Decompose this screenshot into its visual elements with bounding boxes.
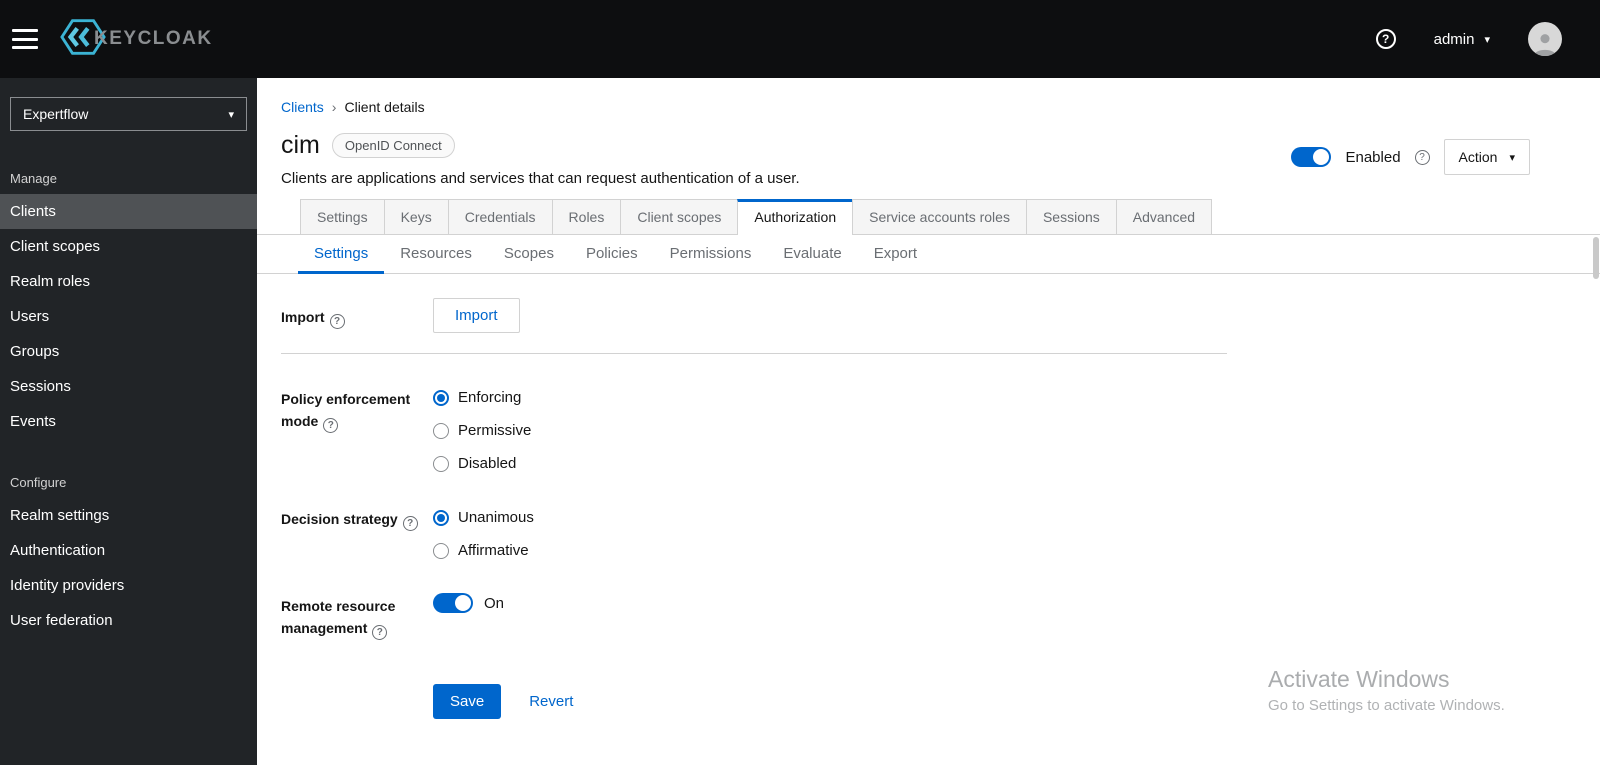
enabled-help-icon[interactable]: ?: [1414, 149, 1430, 165]
form-actions: Save Revert: [433, 683, 1227, 719]
tab-keys[interactable]: Keys: [383, 199, 449, 234]
help-icon[interactable]: ?: [1375, 29, 1396, 49]
subtab-export[interactable]: Export: [858, 235, 933, 274]
authorization-settings-form: Import? Import Policy enforcement mode? …: [257, 274, 1251, 719]
tab-advanced[interactable]: Advanced: [1115, 199, 1213, 234]
breadcrumb-link-clients[interactable]: Clients: [281, 99, 324, 115]
form-divider: [281, 353, 1227, 354]
enabled-label: Enabled: [1345, 148, 1401, 166]
breadcrumb: Clients › Client details: [257, 78, 1600, 115]
client-tabs: Settings Keys Credentials Roles Client s…: [257, 199, 1600, 235]
chevron-down-icon: ▾: [1509, 151, 1515, 164]
sidebar-item-client-scopes[interactable]: Client scopes: [0, 229, 257, 264]
chevron-down-icon: ▾: [228, 108, 234, 121]
sidebar-item-groups[interactable]: Groups: [0, 334, 257, 369]
breadcrumb-separator-icon: ›: [331, 99, 337, 115]
sidebar-item-users[interactable]: Users: [0, 299, 257, 334]
main-content: Clients › Client details cim OpenID Conn…: [257, 78, 1600, 765]
sidebar: Expertflow ▾ Manage Clients Client scope…: [0, 78, 257, 765]
decision-strategy-label: Decision strategy?: [281, 500, 433, 559]
page-title: cim: [281, 131, 320, 159]
sidebar-item-identity-providers[interactable]: Identity providers: [0, 568, 257, 603]
realm-name: Expertflow: [23, 106, 89, 122]
remote-help-icon[interactable]: ?: [372, 624, 388, 640]
radio-permissive[interactable]: Permissive: [433, 422, 1227, 439]
radio-icon: [433, 422, 449, 439]
avatar[interactable]: [1528, 22, 1562, 56]
import-help-icon[interactable]: ?: [329, 314, 345, 330]
brand-name: KEYCLOAK: [94, 28, 213, 49]
policy-enforcement-row: Policy enforcement mode? Enforcing Permi…: [281, 380, 1227, 472]
radio-unanimous[interactable]: Unanimous: [433, 509, 1227, 526]
radio-icon: [433, 389, 449, 406]
decision-help-icon[interactable]: ?: [402, 516, 418, 532]
sidebar-item-clients[interactable]: Clients: [0, 194, 257, 229]
subtab-evaluate[interactable]: Evaluate: [767, 235, 857, 274]
protocol-badge: OpenID Connect: [331, 133, 455, 158]
authorization-subtabs: Settings Resources Scopes Policies Permi…: [257, 235, 1600, 274]
import-label: Import?: [281, 298, 433, 333]
tab-credentials[interactable]: Credentials: [447, 199, 553, 234]
sidebar-item-events[interactable]: Events: [0, 404, 257, 439]
subtab-resources[interactable]: Resources: [384, 235, 488, 274]
policy-help-icon[interactable]: ?: [323, 417, 339, 433]
toggle-state-label: On: [484, 594, 505, 612]
action-label: Action: [1458, 149, 1498, 165]
sidebar-nav: Manage Clients Client scopes Realm roles…: [0, 163, 257, 638]
tab-service-accounts-roles[interactable]: Service accounts roles: [852, 199, 1027, 234]
keycloak-logo[interactable]: KEYCLOAK: [60, 17, 213, 62]
action-dropdown[interactable]: Action ▾: [1443, 139, 1530, 175]
tab-settings[interactable]: Settings: [300, 199, 385, 234]
radio-icon: [433, 542, 449, 559]
radio-icon: [433, 455, 449, 472]
chevron-down-icon: ▾: [1484, 33, 1490, 46]
remote-resource-toggle[interactable]: [433, 593, 473, 613]
nav-section-manage: Manage: [10, 171, 57, 186]
hamburger-menu-icon[interactable]: [12, 29, 38, 49]
tab-roles[interactable]: Roles: [551, 199, 622, 234]
decision-strategy-row: Decision strategy? Unanimous Affirmative: [281, 500, 1227, 559]
radio-affirmative[interactable]: Affirmative: [433, 542, 1227, 559]
remote-resource-row: Remote resource management? On: [281, 587, 1227, 640]
tab-sessions[interactable]: Sessions: [1025, 199, 1117, 234]
sidebar-item-realm-roles[interactable]: Realm roles: [0, 264, 257, 299]
masthead: KEYCLOAK ? admin ▾: [0, 0, 1600, 78]
policy-enforcement-label: Policy enforcement mode?: [281, 380, 433, 472]
nav-section-configure: Configure: [10, 475, 67, 490]
activate-windows-watermark: Activate Windows Go to Settings to activ…: [1268, 666, 1505, 714]
revert-button[interactable]: Revert: [529, 693, 573, 710]
radio-disabled[interactable]: Disabled: [433, 455, 1227, 472]
subtab-permissions[interactable]: Permissions: [654, 235, 768, 274]
remote-resource-label: Remote resource management?: [281, 587, 433, 640]
subtab-settings[interactable]: Settings: [298, 235, 385, 274]
tab-client-scopes[interactable]: Client scopes: [620, 199, 739, 234]
realm-selector[interactable]: Expertflow ▾: [10, 97, 247, 131]
sidebar-item-realm-settings[interactable]: Realm settings: [0, 498, 257, 533]
sidebar-item-user-federation[interactable]: User federation: [0, 603, 257, 638]
username: admin: [1433, 30, 1475, 48]
subtab-policies[interactable]: Policies: [570, 235, 654, 274]
radio-enforcing[interactable]: Enforcing: [433, 389, 1227, 406]
client-header: cim OpenID Connect Clients are applicati…: [257, 115, 1600, 187]
tab-authorization[interactable]: Authorization: [737, 199, 854, 235]
import-row: Import? Import: [281, 298, 1227, 333]
scrollbar-thumb[interactable]: [1593, 237, 1599, 279]
enabled-toggle[interactable]: [1291, 147, 1332, 167]
subtab-scopes[interactable]: Scopes: [488, 235, 570, 274]
client-description: Clients are applications and services th…: [281, 170, 800, 187]
radio-icon: [433, 509, 449, 526]
sidebar-item-sessions[interactable]: Sessions: [0, 369, 257, 404]
breadcrumb-current: Client details: [344, 99, 425, 115]
user-menu[interactable]: admin ▾: [1434, 31, 1490, 48]
save-button[interactable]: Save: [433, 683, 502, 719]
sidebar-item-authentication[interactable]: Authentication: [0, 533, 257, 568]
import-button[interactable]: Import: [433, 298, 520, 333]
